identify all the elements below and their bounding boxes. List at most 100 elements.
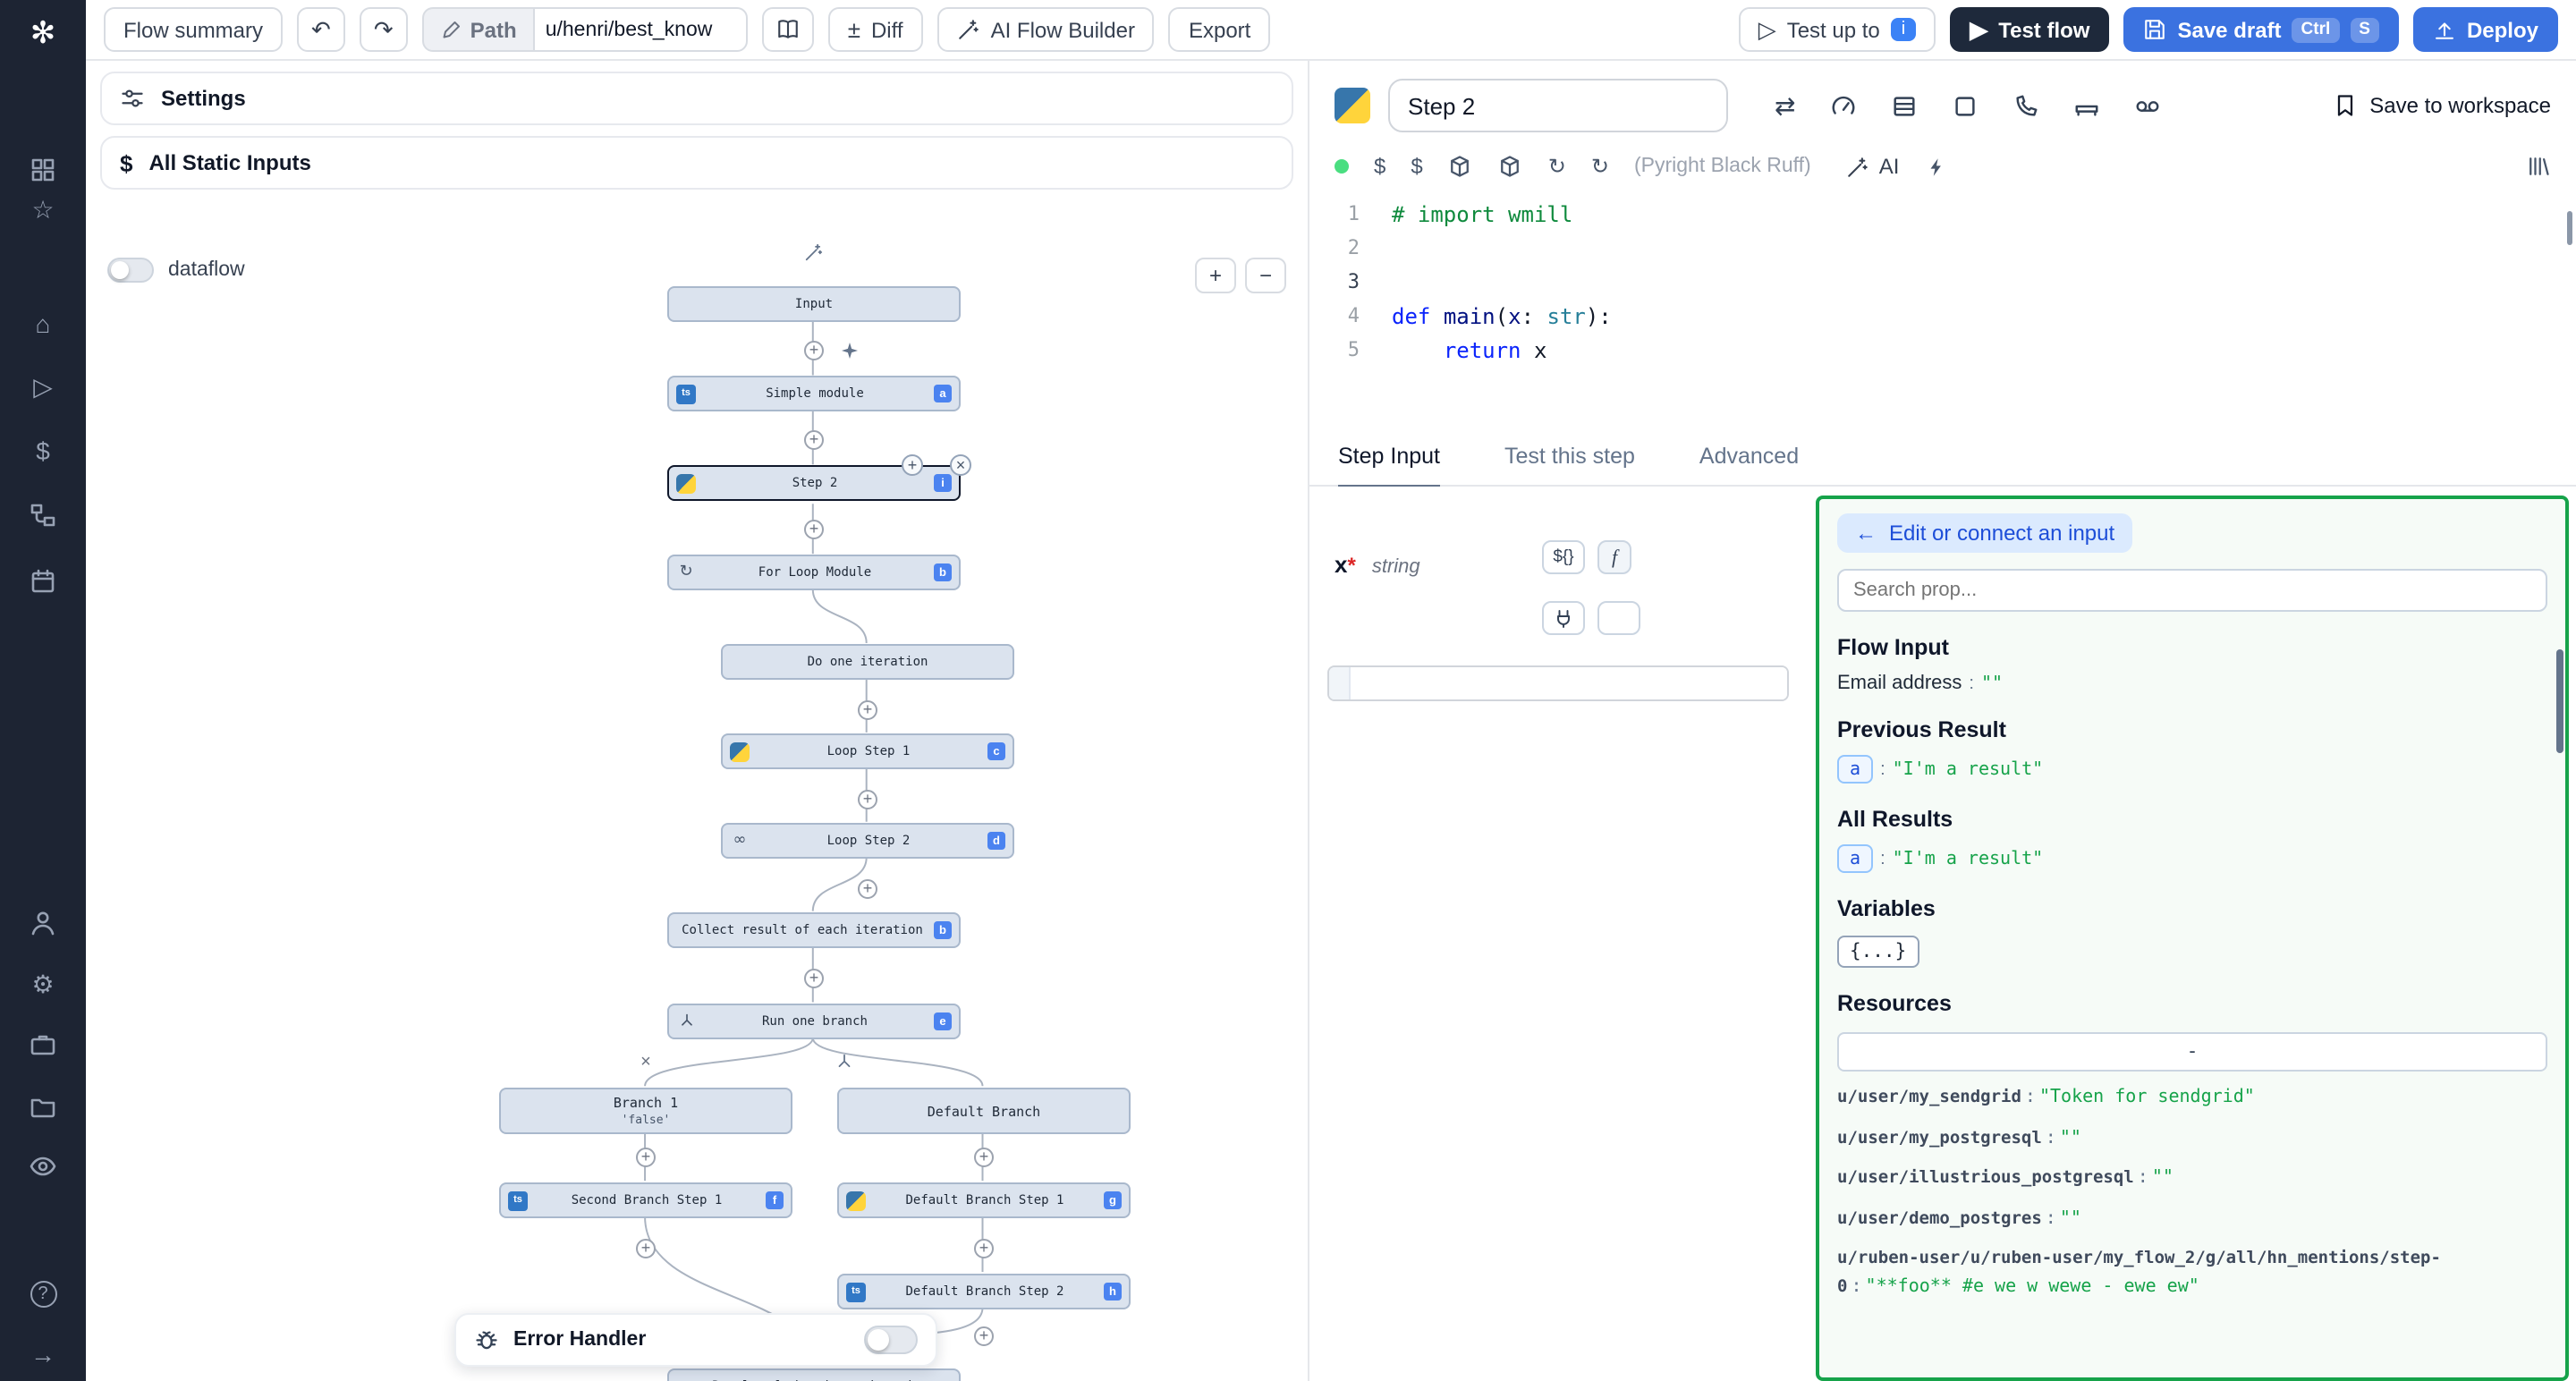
library-panel-icon[interactable]: [2526, 154, 2551, 179]
node-for-loop-module[interactable]: ↻ For Loop Module b: [667, 555, 961, 590]
resource-row[interactable]: u/ruben-user/u/ruben-user/my_flow_2/g/al…: [1837, 1247, 2547, 1301]
square-icon[interactable]: [1951, 92, 1978, 119]
resources-select[interactable]: -: [1837, 1032, 2547, 1072]
add-step-icon[interactable]: +: [974, 1326, 994, 1346]
flow-input-row[interactable]: Email address : "": [1837, 673, 2547, 694]
refresh-icon[interactable]: ↻: [1548, 156, 1566, 177]
variables-chip[interactable]: {...}: [1837, 936, 1919, 968]
remove-step-icon[interactable]: ×: [950, 454, 971, 476]
add-step-icon[interactable]: +: [858, 700, 877, 720]
variables-dollar-icon[interactable]: $: [1374, 156, 1385, 177]
test-flow-button[interactable]: ▶ Test flow: [1950, 7, 2109, 52]
phone-icon[interactable]: [2012, 92, 2038, 119]
branch-close-icon[interactable]: ×: [640, 1053, 651, 1072]
ai-button[interactable]: AI: [1847, 154, 1900, 179]
gauge-icon[interactable]: [1829, 92, 1856, 119]
node-loop-step-2[interactable]: ∞ Loop Step 2 d: [721, 823, 1014, 859]
step-title-input[interactable]: [1388, 79, 1728, 132]
add-step-icon[interactable]: +: [974, 1148, 994, 1167]
function-mode-button[interactable]: f: [1597, 540, 1631, 574]
deploy-button[interactable]: Deploy: [2413, 7, 2558, 52]
node-loop-step-1[interactable]: Loop Step 1 c: [721, 733, 1014, 769]
add-step-icon[interactable]: +: [804, 969, 824, 988]
edit-or-connect-button[interactable]: ← Edit or connect an input: [1837, 513, 2132, 553]
folders-icon[interactable]: [0, 1088, 86, 1127]
resource-row[interactable]: u/user/my_postgresql:"": [1837, 1124, 2547, 1152]
node-default-branch-step-2[interactable]: ts Default Branch Step 2 h: [837, 1274, 1131, 1309]
ai-sparkle-icon[interactable]: [842, 343, 858, 359]
add-step-icon[interactable]: +: [804, 430, 824, 450]
resource-row[interactable]: u/user/demo_postgres:"": [1837, 1206, 2547, 1233]
bolt-icon[interactable]: [1924, 155, 1947, 178]
node-second-branch-step-1[interactable]: ts Second Branch Step 1 f: [499, 1182, 792, 1218]
add-step-icon[interactable]: +: [858, 790, 877, 809]
prop-search-input[interactable]: [1837, 569, 2547, 612]
package-icon[interactable]: [1448, 154, 1473, 179]
schedules-calendar-icon[interactable]: [0, 562, 86, 601]
path-label-chip[interactable]: Path: [422, 7, 533, 52]
cache-rows-icon[interactable]: [1890, 92, 1917, 119]
add-step-icon[interactable]: +: [804, 341, 824, 360]
windmill-logo-icon[interactable]: ✻: [0, 14, 86, 54]
tab-test-this-step[interactable]: Test this step: [1504, 444, 1635, 485]
test-up-to-button[interactable]: ▷ Test up to i: [1739, 7, 1936, 52]
redo-button[interactable]: ↷: [360, 7, 408, 52]
reload-icon[interactable]: ↻: [1591, 156, 1609, 177]
all-static-inputs-section[interactable]: $ All Static Inputs: [100, 136, 1293, 190]
all-results-row[interactable]: a : "I'm a result": [1837, 844, 2547, 873]
previous-result-row[interactable]: a : "I'm a result": [1837, 755, 2547, 784]
docs-book-button[interactable]: [762, 7, 814, 52]
ai-flow-builder-button[interactable]: AI Flow Builder: [937, 7, 1155, 52]
editor-scrollbar[interactable]: [2567, 211, 2572, 245]
home-icon[interactable]: ⌂: [0, 304, 86, 343]
flow-summary-button[interactable]: Flow summary: [104, 7, 283, 52]
user-icon[interactable]: [0, 903, 86, 943]
save-draft-button[interactable]: Save draft Ctrl S: [2123, 7, 2399, 52]
branch-split-mini-icon[interactable]: [835, 1053, 854, 1072]
package-icon[interactable]: [1498, 154, 1523, 179]
node-do-one-iteration[interactable]: Do one iteration: [721, 644, 1014, 680]
add-step-icon[interactable]: +: [974, 1239, 994, 1258]
workers-briefcase-icon[interactable]: [0, 1025, 86, 1064]
code-editor[interactable]: 1# import wmill 2 3 4def main(x: str): 5…: [1309, 197, 2576, 404]
favorites-star-icon[interactable]: ☆: [0, 190, 86, 229]
plug-connect-button[interactable]: [1542, 601, 1585, 635]
insert-step-icon[interactable]: +: [902, 454, 923, 476]
zoom-in-button[interactable]: +: [1195, 258, 1236, 293]
expr-template-button[interactable]: ${}: [1542, 540, 1585, 574]
runs-play-icon[interactable]: ▷: [0, 367, 86, 406]
resource-row[interactable]: u/user/illustrious_postgresql:"": [1837, 1165, 2547, 1193]
arg-value-input[interactable]: [1351, 667, 1787, 699]
node-result[interactable]: Result of the chosen branch: [667, 1368, 961, 1381]
workbench-icon[interactable]: [2072, 92, 2099, 119]
add-step-icon[interactable]: +: [804, 520, 824, 539]
variables-dollar-icon[interactable]: $: [0, 431, 86, 470]
node-input[interactable]: Input: [667, 286, 961, 322]
add-step-icon[interactable]: +: [636, 1239, 656, 1258]
diff-button[interactable]: ± Diff: [828, 7, 923, 52]
swap-arrows-icon[interactable]: ⇄: [1775, 93, 1795, 118]
error-handler-toggle[interactable]: [864, 1326, 918, 1354]
add-step-icon[interactable]: +: [858, 879, 877, 899]
dataflow-toggle[interactable]: [107, 258, 154, 283]
tab-advanced[interactable]: Advanced: [1699, 444, 1799, 485]
resources-dollar-icon[interactable]: $: [1411, 156, 1422, 177]
export-button[interactable]: Export: [1169, 7, 1270, 52]
resource-row[interactable]: u/user/my_sendgrid:"Token for sendgrid": [1837, 1084, 2547, 1112]
settings-gear-icon[interactable]: ⚙: [0, 964, 86, 1004]
path-input[interactable]: [533, 7, 748, 52]
flow-ai-wand-icon[interactable]: [804, 242, 824, 262]
apps-grid-icon[interactable]: [0, 150, 86, 190]
node-branch-1[interactable]: Branch 1 'false': [499, 1088, 792, 1134]
voicemail-icon[interactable]: [2133, 92, 2160, 119]
audit-eye-icon[interactable]: [0, 1147, 86, 1186]
add-step-icon[interactable]: +: [636, 1148, 656, 1167]
resources-modules-icon[interactable]: [0, 496, 86, 535]
apply-arrow-button[interactable]: [1597, 601, 1640, 635]
zoom-out-button[interactable]: −: [1245, 258, 1286, 293]
node-run-one-branch[interactable]: Run one branch e: [667, 1004, 961, 1039]
node-collect-result[interactable]: Collect result of each iteration b: [667, 912, 961, 948]
help-icon[interactable]: ?: [0, 1274, 86, 1313]
settings-section[interactable]: Settings: [100, 72, 1293, 125]
prop-picker-scrollbar[interactable]: [2556, 649, 2563, 753]
